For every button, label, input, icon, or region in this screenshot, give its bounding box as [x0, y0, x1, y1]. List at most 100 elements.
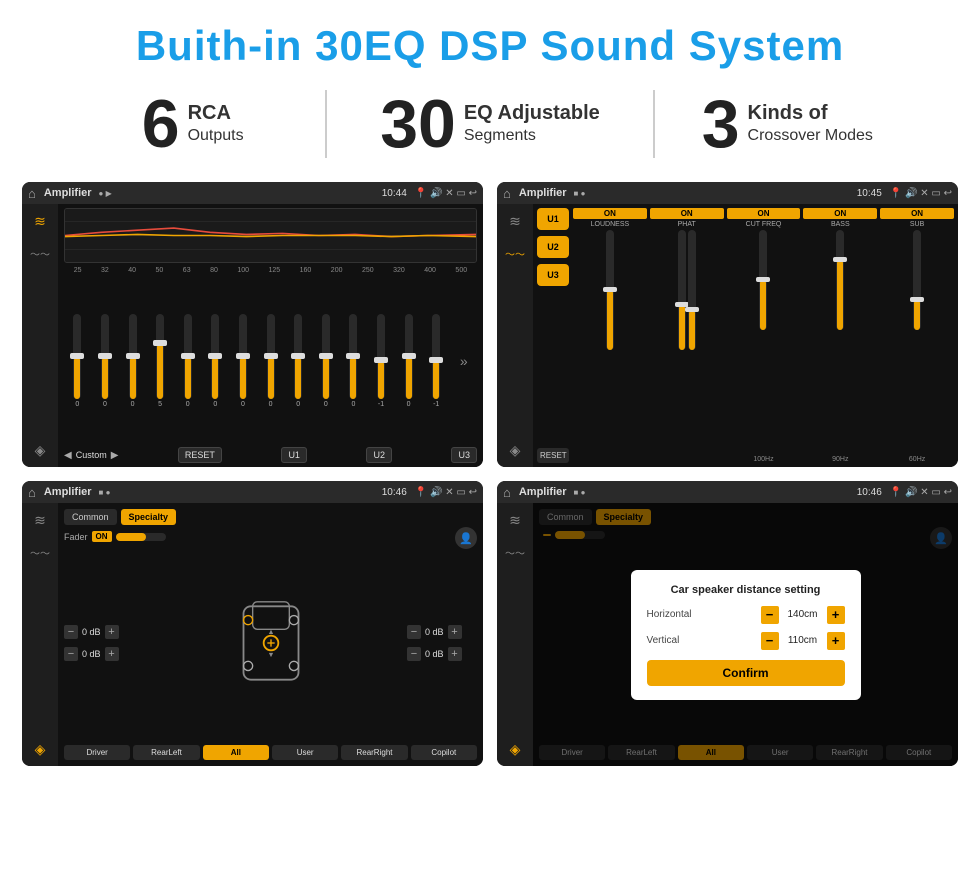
eq-slider-8[interactable]: 0	[267, 314, 275, 408]
vol-fl-plus[interactable]: +	[105, 625, 119, 639]
eq-slider-4[interactable]: 5	[156, 314, 164, 408]
fader-label: Fader	[64, 532, 88, 542]
loudness-on-badge[interactable]: ON	[573, 208, 647, 219]
eq-slider-6[interactable]: 0	[211, 314, 219, 408]
crossover-u3-btn[interactable]: U3	[537, 264, 569, 286]
eq-reset-btn[interactable]: RESET	[178, 447, 222, 463]
crossover-presets: U1 U2 U3 RESET	[537, 208, 569, 463]
speaker-person-icon[interactable]: 👤	[455, 527, 477, 549]
sub-slider[interactable]	[913, 230, 921, 330]
eq-slider-2[interactable]: 0	[101, 314, 109, 408]
crossover-u1-btn[interactable]: U1	[537, 208, 569, 230]
speaker-modal-sidebar-wave-icon[interactable]: 〜〜	[504, 543, 526, 561]
eq-slider-1[interactable]: 0	[73, 314, 81, 408]
eq-slider-11[interactable]: 0	[349, 314, 357, 408]
eq-app-title: Amplifier	[44, 187, 92, 199]
speaker-tabs: Common Specialty	[64, 509, 477, 525]
speaker-modal-sidebar: ≋ 〜〜 ◈	[497, 503, 533, 766]
eq-expand-icon[interactable]: »	[460, 353, 468, 369]
eq-main-area: 253240506380 100125160200250320 400500 0…	[58, 204, 483, 467]
speaker-common-tab[interactable]: Common	[64, 509, 117, 525]
speaker-sidebar-speaker-icon[interactable]: ◈	[29, 740, 51, 758]
loudness-slider[interactable]	[606, 230, 614, 350]
eq-sidebar-wave-icon[interactable]: 〜〜	[29, 244, 51, 262]
vol-rl-minus[interactable]: −	[64, 647, 78, 661]
vol-fr-plus[interactable]: +	[448, 625, 462, 639]
vol-rr-minus[interactable]: −	[407, 647, 421, 661]
speaker-rearleft-btn[interactable]: RearLeft	[133, 745, 199, 760]
vol-row-fr: − 0 dB +	[407, 625, 477, 639]
vol-fr-minus[interactable]: −	[407, 625, 421, 639]
eq-sidebar: ≋ 〜〜 ◈	[22, 204, 58, 467]
bass-on-badge[interactable]: ON	[803, 208, 877, 219]
eq-u3-btn[interactable]: U3	[451, 447, 477, 463]
speaker-status-bar: ⌂ Amplifier ■ ● 10:46 📍 🔊 ✕ ▭ ↩	[22, 481, 483, 503]
speaker-content: ≋ 〜〜 ◈ 👤 Common Specialty Fader ON	[22, 503, 483, 766]
modal-title: Car speaker distance setting	[647, 584, 845, 596]
speaker-all-btn[interactable]: All	[203, 745, 269, 760]
eq-play-btn[interactable]: ▶	[111, 450, 119, 461]
eq-slider-10[interactable]: 0	[322, 314, 330, 408]
fader-slider[interactable]	[116, 533, 166, 541]
eq-freq-labels: 253240506380 100125160200250320 400500	[64, 267, 477, 274]
eq-u1-btn[interactable]: U1	[281, 447, 307, 463]
eq-sidebar-speaker-icon[interactable]: ◈	[29, 441, 51, 459]
speaker-modal-main-area: 👤 Common Specialty Car speaker distance …	[533, 503, 958, 766]
speaker-modal-content: ≋ 〜〜 ◈ 👤 Common Specialty	[497, 503, 958, 766]
modal-vertical-minus-btn[interactable]: −	[761, 632, 779, 650]
eq-slider-5[interactable]: 0	[184, 314, 192, 408]
eq-screen: ⌂ Amplifier ● ▶ 10:44 📍 🔊 ✕ ▭ ↩ ≋ 〜〜 ◈	[22, 182, 483, 467]
speaker-layout: − 0 dB + − 0 dB +	[64, 546, 477, 739]
speaker-sidebar-eq-icon[interactable]: ≋	[29, 511, 51, 529]
crossover-sidebar-wave-icon[interactable]: 〜〜	[504, 244, 526, 262]
speaker-home-icon[interactable]: ⌂	[28, 485, 36, 500]
cutfreq-on-badge[interactable]: ON	[727, 208, 801, 219]
eq-slider-9[interactable]: 0	[294, 314, 302, 408]
phat-slider-2[interactable]	[688, 230, 696, 350]
crossover-reset-btn[interactable]: RESET	[537, 448, 569, 463]
fader-on-toggle[interactable]: ON	[92, 531, 112, 542]
modal-vertical-plus-btn[interactable]: +	[827, 632, 845, 650]
crossover-bass-group: ON BASS 90Hz	[803, 208, 877, 463]
eq-slider-3[interactable]: 0	[129, 314, 137, 408]
speaker-rearright-btn[interactable]: RearRight	[341, 745, 407, 760]
eq-slider-13[interactable]: 0	[405, 314, 413, 408]
phat-on-badge[interactable]: ON	[650, 208, 724, 219]
speaker-modal-home-icon[interactable]: ⌂	[503, 485, 511, 500]
stat-rca-label1: RCA	[188, 100, 244, 126]
vol-fl-minus[interactable]: −	[64, 625, 78, 639]
home-icon[interactable]: ⌂	[28, 186, 36, 201]
modal-confirm-btn[interactable]: Confirm	[647, 660, 845, 686]
cutfreq-slider[interactable]	[759, 230, 767, 330]
sub-on-badge[interactable]: ON	[880, 208, 954, 219]
eq-u2-btn[interactable]: U2	[366, 447, 392, 463]
eq-slider-14[interactable]: -1	[432, 314, 440, 408]
crossover-u2-btn[interactable]: U2	[537, 236, 569, 258]
vol-right-col: − 0 dB + − 0 dB +	[407, 625, 477, 661]
crossover-sidebar: ≋ 〜〜 ◈	[497, 204, 533, 467]
speaker-modal-sidebar-speaker-icon[interactable]: ◈	[504, 740, 526, 758]
speaker-user-btn[interactable]: User	[272, 745, 338, 760]
eq-slider-12[interactable]: -1	[377, 314, 385, 408]
eq-sidebar-eq-icon[interactable]: ≋	[29, 212, 51, 230]
speaker-modal-sidebar-eq-icon[interactable]: ≋	[504, 511, 526, 529]
eq-prev-btn[interactable]: ◀	[64, 450, 72, 461]
crossover-home-icon[interactable]: ⌂	[503, 186, 511, 201]
bass-slider[interactable]	[836, 230, 844, 330]
vol-rl-plus[interactable]: +	[105, 647, 119, 661]
speaker-specialty-tab[interactable]: Specialty	[121, 509, 177, 525]
eq-slider-7[interactable]: 0	[239, 314, 247, 408]
stat-eq: 30 EQ Adjustable Segments	[325, 90, 654, 158]
speaker-sidebar-wave-icon[interactable]: 〜〜	[29, 543, 51, 561]
modal-horizontal-plus-btn[interactable]: +	[827, 606, 845, 624]
speaker-copilot-btn[interactable]: Copilot	[411, 745, 477, 760]
modal-horizontal-minus-btn[interactable]: −	[761, 606, 779, 624]
speaker-modal-app-title: Amplifier	[519, 486, 567, 498]
speaker-driver-btn[interactable]: Driver	[64, 745, 130, 760]
screens-grid: ⌂ Amplifier ● ▶ 10:44 📍 🔊 ✕ ▭ ↩ ≋ 〜〜 ◈	[0, 176, 980, 776]
crossover-sidebar-speaker-icon[interactable]: ◈	[504, 441, 526, 459]
vol-rr-plus[interactable]: +	[448, 647, 462, 661]
phat-slider[interactable]	[678, 230, 686, 350]
crossover-sidebar-eq-icon[interactable]: ≋	[504, 212, 526, 230]
vol-row-rl: − 0 dB +	[64, 647, 134, 661]
